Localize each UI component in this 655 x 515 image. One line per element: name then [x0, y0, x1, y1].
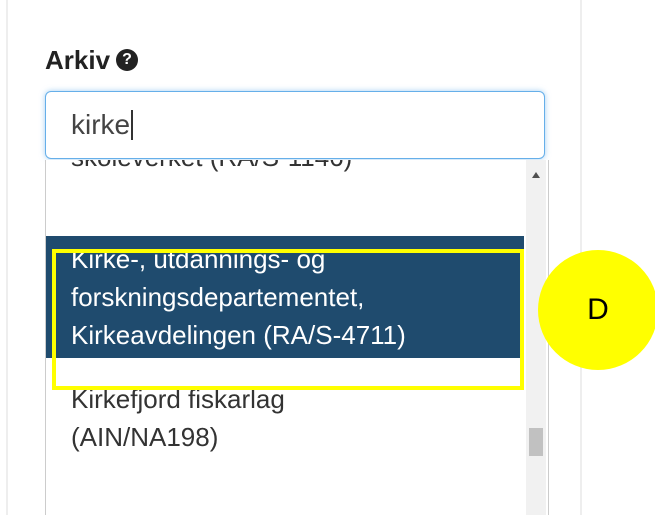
annotation-highlight-box	[52, 249, 524, 390]
dropdown-option[interactable]: Kirkefjord fiskarlag (AIN/NA198)	[46, 380, 524, 456]
dropdown-scrollbar[interactable]	[526, 160, 546, 515]
option-line: skoleverket (RA/S-1146)	[71, 160, 524, 176]
annotation-marker: D	[538, 250, 655, 370]
field-label: Arkiv	[45, 44, 111, 75]
question-circle-icon[interactable]: ?	[116, 49, 139, 71]
field-label-row: Arkiv ?	[45, 40, 139, 80]
search-input[interactable]: kirke	[45, 91, 545, 159]
panel-divider-left	[6, 0, 8, 515]
option-line: (AIN/NA198)	[71, 422, 219, 452]
scrollbar-thumb[interactable]	[529, 428, 543, 456]
scroll-up-arrow-icon[interactable]	[532, 172, 540, 178]
dropdown-option[interactable]: skoleverket (RA/S-1146)	[46, 160, 524, 176]
annotation-marker-label: D	[587, 293, 609, 326]
search-input-value: kirke	[71, 109, 131, 140]
text-caret	[131, 110, 134, 140]
